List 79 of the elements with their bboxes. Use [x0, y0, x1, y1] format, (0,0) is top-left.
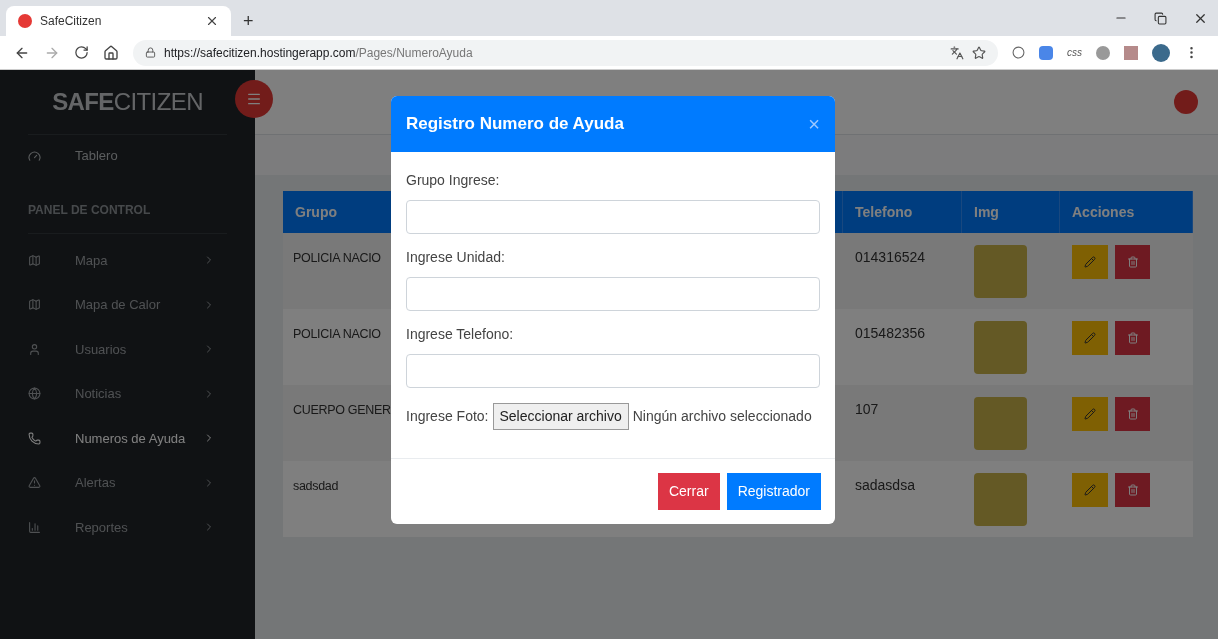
delete-button[interactable]: [1115, 245, 1150, 279]
column-header: Acciones: [1072, 202, 1135, 222]
lock-icon: [145, 47, 156, 58]
menu-item-icon: [28, 298, 41, 312]
bookmark-star-icon[interactable]: [972, 45, 986, 60]
dashboard-icon: [28, 149, 41, 163]
sidebar-item[interactable]: Alertas: [0, 460, 255, 505]
home-icon[interactable]: [103, 44, 119, 61]
sidebar-item[interactable]: Noticias: [0, 371, 255, 416]
sidebar-item[interactable]: Usuarios: [0, 327, 255, 372]
file-status-text: Ningún archivo seleccionado: [632, 407, 812, 426]
delete-button[interactable]: [1115, 473, 1150, 507]
extension-icon[interactable]: [1012, 46, 1025, 59]
sidebar-item[interactable]: Mapa: [0, 238, 255, 283]
input-field[interactable]: [406, 200, 820, 234]
register-button[interactable]: Registrador: [726, 473, 821, 510]
table-cell: POLICIA NACIO: [293, 251, 381, 265]
edit-button[interactable]: [1072, 245, 1108, 279]
table-cell: CUERPO GENER: [293, 403, 391, 417]
emblem-image: [974, 473, 1027, 526]
pencil-icon: [1084, 408, 1096, 420]
field-label: Grupo Ingrese:: [406, 171, 501, 190]
pencil-icon: [1084, 256, 1096, 268]
browser-tab[interactable]: SafeCitizen: [6, 6, 231, 36]
field-label: Ingrese Telefono:: [406, 325, 515, 344]
input-field[interactable]: [406, 277, 820, 311]
edit-button[interactable]: [1072, 321, 1108, 355]
table-cell: sadasdsa: [855, 477, 915, 493]
column-header: Img: [974, 202, 999, 222]
delete-button[interactable]: [1115, 321, 1150, 355]
close-button[interactable]: Cerrar: [657, 473, 720, 510]
sidebar-item[interactable]: Tablero: [0, 135, 255, 177]
tab-close-icon[interactable]: [205, 14, 219, 28]
profile-avatar[interactable]: [1152, 43, 1170, 62]
column-header: Grupo: [295, 202, 337, 222]
emblem-image: [974, 321, 1027, 374]
trash-icon: [1126, 256, 1139, 268]
address-field[interactable]: https://safecitizen.hostingerapp.com/Pages/NumeroAyuda: [133, 39, 998, 66]
trash-icon: [1126, 332, 1139, 344]
sidebar-item[interactable]: Numeros de Ayuda: [0, 416, 255, 461]
new-tab-button[interactable]: +: [231, 6, 266, 36]
field-label: Ingrese Unidad:: [406, 248, 506, 267]
menu-item-icon: [28, 520, 41, 534]
table-cell: 014316524: [855, 249, 926, 265]
brand-logo: SAFECITIZEN: [52, 87, 203, 117]
table-cell: 015482356: [855, 325, 926, 341]
column-header: Telefono: [855, 202, 913, 222]
tab-favicon-icon: [18, 14, 32, 28]
menu-item-icon: [28, 342, 41, 356]
pencil-icon: [1084, 332, 1096, 344]
url-text: https://safecitizen.hostingerapp.com/Pages/NumeroAyuda: [164, 44, 473, 62]
trash-icon: [1126, 408, 1139, 420]
sidebar-item[interactable]: Mapa de Calor: [0, 282, 255, 327]
menu-icon: [246, 91, 262, 107]
menu-item-icon: [28, 476, 41, 490]
menu-item-icon: [28, 253, 41, 267]
sidebar-item[interactable]: Reportes: [0, 505, 255, 550]
extension-label[interactable]: css: [1067, 45, 1082, 60]
pencil-icon: [1084, 484, 1096, 496]
menu-item-icon: [28, 431, 41, 445]
modal-title: Registro Numero de Ayuda: [406, 113, 625, 136]
input-field[interactable]: [406, 354, 820, 388]
table-cell: POLICIA NACIO: [293, 327, 381, 341]
field-label: Ingrese Foto:: [406, 407, 489, 426]
emblem-image: [974, 397, 1027, 450]
edit-button[interactable]: [1072, 473, 1108, 507]
edit-button[interactable]: [1072, 397, 1108, 431]
trash-icon: [1126, 484, 1139, 496]
tab-title: SafeCitizen: [40, 13, 103, 30]
translate-icon[interactable]: [950, 45, 964, 60]
modal-close-button[interactable]: ×: [808, 109, 820, 139]
delete-button[interactable]: [1115, 397, 1150, 431]
table-cell: sadsdad: [293, 479, 339, 493]
emblem-image: [974, 245, 1027, 298]
table-cell: 107: [855, 401, 879, 417]
reload-icon[interactable]: [74, 45, 89, 60]
menu-item-icon: [28, 387, 41, 401]
restore-icon[interactable]: [1154, 11, 1167, 25]
choose-file-button[interactable]: Seleccionar archivo: [492, 403, 629, 430]
